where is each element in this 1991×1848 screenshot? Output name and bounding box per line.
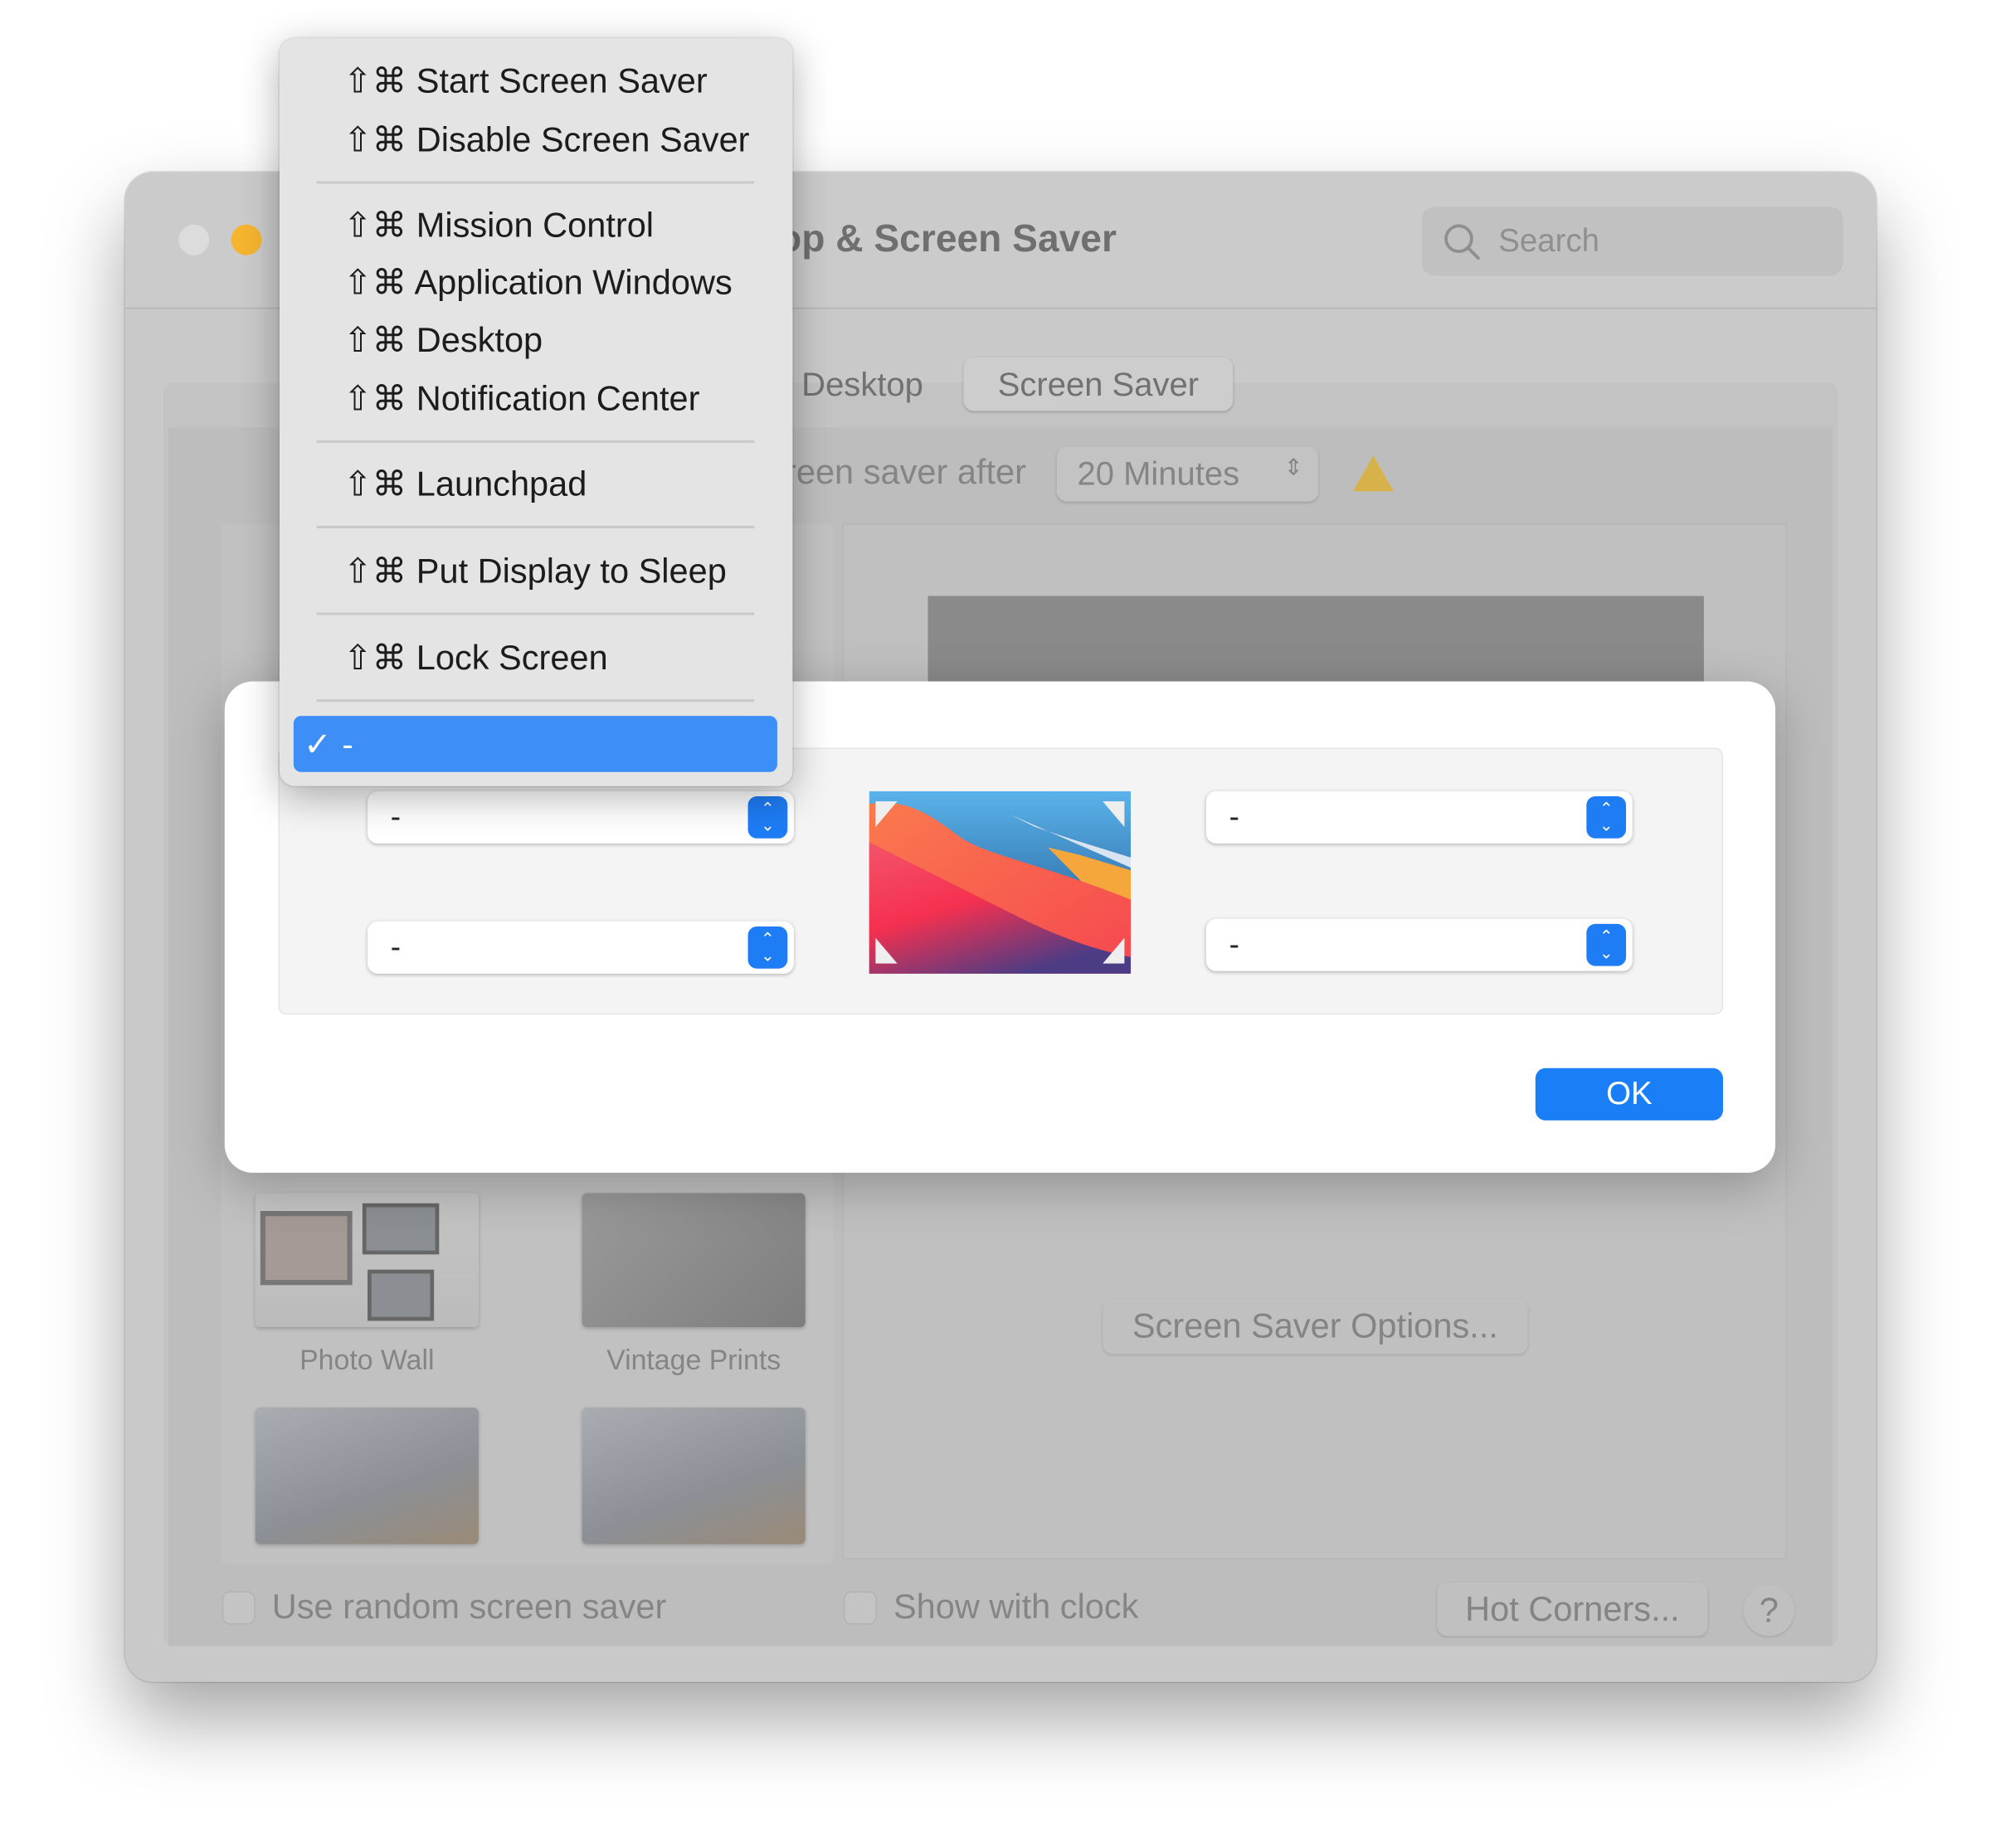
menu-item-label: Launchpad bbox=[416, 464, 587, 503]
menu-item-notification-center[interactable]: ⇧⌘ Notification Center bbox=[343, 380, 700, 420]
saver-thumb[interactable] bbox=[255, 1407, 479, 1544]
menu-item-label: Disable Screen Saver bbox=[416, 120, 750, 159]
menu-separator bbox=[316, 612, 755, 615]
close-button[interactable] bbox=[178, 224, 210, 255]
stepper-icon: ⌃ ⌄ bbox=[1586, 796, 1627, 839]
shift-command-icon: ⇧⌘ bbox=[343, 552, 407, 591]
shift-command-icon: ⇧⌘ bbox=[343, 320, 407, 360]
menu-item-none-selected[interactable]: ✓ - bbox=[293, 716, 777, 772]
menu-item-mission-control[interactable]: ⇧⌘ Mission Control bbox=[343, 206, 654, 246]
menu-separator bbox=[316, 699, 755, 703]
menu-separator bbox=[316, 525, 755, 528]
saver-thumb[interactable] bbox=[582, 1407, 806, 1544]
menu-item-label: Notification Center bbox=[416, 379, 700, 418]
search-input[interactable]: Search bbox=[1421, 207, 1843, 276]
menu-item-desktop[interactable]: ⇧⌘ Desktop bbox=[343, 321, 543, 361]
chevron-updown-icon: ⇕ bbox=[1283, 454, 1303, 480]
screen-saver-options-button[interactable]: Screen Saver Options... bbox=[1103, 1299, 1528, 1354]
saver-vintage-prints-label: Vintage Prints bbox=[606, 1344, 781, 1376]
shift-command-icon: ⇧⌘ bbox=[343, 206, 407, 245]
tab-desktop[interactable]: Desktop bbox=[773, 357, 951, 411]
random-screen-saver-checkbox[interactable] bbox=[223, 1593, 255, 1623]
minimize-button[interactable] bbox=[231, 224, 262, 255]
shift-command-icon: ⇧⌘ bbox=[343, 263, 407, 302]
search-placeholder: Search bbox=[1498, 222, 1600, 259]
menu-item-application-windows[interactable]: ⇧⌘ Application Windows bbox=[343, 264, 733, 304]
menu-item-label: Mission Control bbox=[416, 206, 655, 245]
checkmark-icon: ✓ bbox=[304, 724, 332, 763]
menu-separator bbox=[316, 181, 755, 184]
search-icon bbox=[1444, 224, 1481, 260]
warning-icon bbox=[1352, 455, 1395, 492]
menu-item-label: Desktop bbox=[416, 320, 543, 360]
bottom-right-corner-popup[interactable]: - ⌃ ⌄ bbox=[1205, 918, 1633, 971]
shift-command-icon: ⇧⌘ bbox=[343, 379, 407, 418]
menu-item-label: Lock Screen bbox=[416, 639, 608, 678]
menu-item-put-display-to-sleep[interactable]: ⇧⌘ Put Display to Sleep bbox=[343, 552, 727, 591]
menu-item-disable-screen-saver[interactable]: ⇧⌘ Disable Screen Saver bbox=[343, 120, 750, 160]
shift-command-icon: ⇧⌘ bbox=[343, 464, 407, 503]
hot-corner-action-menu: ⇧⌘ Start Screen Saver ⇧⌘ Disable Screen … bbox=[279, 38, 793, 786]
top-left-value: - bbox=[390, 799, 402, 834]
menu-item-lock-screen[interactable]: ⇧⌘ Lock Screen bbox=[343, 639, 608, 678]
menu-item-label: Start Screen Saver bbox=[416, 61, 708, 100]
menu-item-label: Application Windows bbox=[414, 263, 733, 302]
saver-vintage-prints-thumb[interactable] bbox=[582, 1193, 806, 1328]
stepper-icon: ⌃ ⌄ bbox=[747, 926, 788, 969]
bottom-right-value: - bbox=[1229, 926, 1239, 962]
menu-item-label: Put Display to Sleep bbox=[416, 552, 727, 591]
ok-button[interactable]: OK bbox=[1535, 1067, 1723, 1121]
shift-command-icon: ⇧⌘ bbox=[343, 120, 407, 159]
stepper-icon: ⌃ ⌄ bbox=[1586, 923, 1627, 966]
shift-command-icon: ⇧⌘ bbox=[343, 639, 407, 678]
top-right-corner-popup[interactable]: - ⌃ ⌄ bbox=[1205, 790, 1633, 844]
menu-item-launchpad[interactable]: ⇧⌘ Launchpad bbox=[343, 465, 587, 505]
saver-photo-wall-thumb[interactable] bbox=[255, 1193, 479, 1328]
bottom-left-value: - bbox=[390, 929, 402, 965]
saver-photo-wall-label: Photo Wall bbox=[299, 1344, 435, 1376]
bottom-left-corner-popup[interactable]: - ⌃ ⌄ bbox=[368, 921, 794, 974]
tab-screen-saver[interactable]: Screen Saver bbox=[963, 357, 1234, 411]
menu-item-label: - bbox=[342, 724, 353, 763]
help-button[interactable]: ? bbox=[1743, 1584, 1795, 1636]
show-with-clock-label: Show with clock bbox=[893, 1587, 1139, 1627]
top-right-value: - bbox=[1229, 799, 1239, 834]
top-left-corner-popup[interactable]: - ⌃ ⌄ bbox=[368, 790, 794, 844]
start-after-popup[interactable]: 20 Minutes ⇕ bbox=[1056, 446, 1319, 502]
stepper-icon: ⌃ ⌄ bbox=[747, 796, 788, 839]
menu-separator bbox=[316, 440, 755, 443]
random-screen-saver-label: Use random screen saver bbox=[271, 1587, 667, 1627]
shift-command-icon: ⇧⌘ bbox=[343, 61, 407, 100]
menu-item-start-screen-saver[interactable]: ⇧⌘ Start Screen Saver bbox=[343, 62, 708, 102]
hot-corners-button[interactable]: Hot Corners... bbox=[1437, 1582, 1708, 1636]
desktop-wallpaper-preview bbox=[869, 790, 1132, 974]
show-with-clock-checkbox[interactable] bbox=[845, 1593, 876, 1623]
start-after-value: 20 Minutes bbox=[1077, 454, 1240, 493]
